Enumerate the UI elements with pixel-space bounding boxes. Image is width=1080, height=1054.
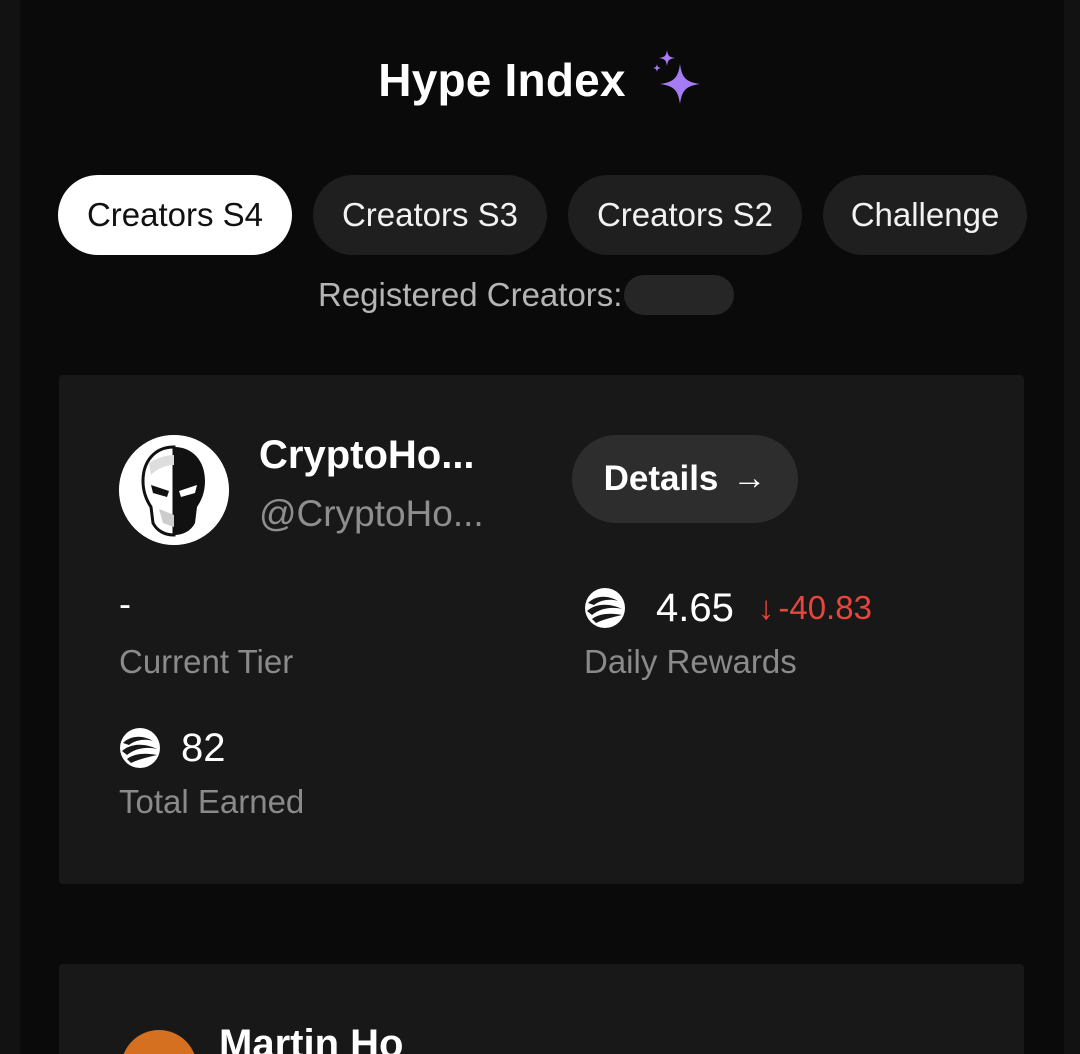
- daily-rewards-label: Daily Rewards: [584, 643, 797, 680]
- tab-creators-s3[interactable]: Creators S3: [313, 175, 547, 255]
- tab-challenge[interactable]: Challenge: [823, 175, 1027, 255]
- tab-creators-s4[interactable]: Creators S4: [58, 175, 292, 255]
- screen: Hype Index Creators S4 Creators S3 Creat…: [0, 0, 1080, 1054]
- page-title: Hype Index: [378, 54, 626, 106]
- creator-card[interactable]: Martin Ho: [59, 964, 1024, 1054]
- page-header: Hype Index: [0, 40, 1080, 120]
- total-earned-label: Total Earned: [119, 783, 305, 820]
- details-button[interactable]: Details →: [572, 435, 798, 523]
- creator-name: Martin Ho: [219, 1022, 404, 1054]
- current-tier-value: -: [119, 583, 131, 624]
- arrow-down-icon: ↓: [757, 589, 775, 626]
- avatar[interactable]: [121, 1030, 197, 1054]
- creator-card[interactable]: CryptoHo... @CryptoHo... Details → - Cur…: [59, 375, 1024, 884]
- sparkle-icon: [652, 50, 700, 104]
- token-icon: [120, 728, 160, 768]
- avatar[interactable]: [119, 435, 229, 545]
- registered-creators-label: Registered Creators:: [318, 276, 623, 313]
- tab-creators-s2[interactable]: Creators S2: [568, 175, 802, 255]
- total-earned-value: 82: [181, 725, 226, 770]
- current-tier-label: Current Tier: [119, 643, 294, 680]
- details-button-label: Details: [603, 459, 719, 498]
- registered-creators: Registered Creators:: [318, 272, 735, 318]
- daily-rewards-change-value: -40.83: [778, 589, 872, 626]
- season-tabs: Creators S4 Creators S3 Creators S2 Chal…: [58, 175, 1027, 255]
- masked-face-icon: [119, 435, 229, 545]
- token-icon: [585, 588, 625, 628]
- creator-handle: @CryptoHo...: [259, 493, 484, 534]
- daily-rewards-change: ↓ -40.83: [758, 589, 872, 627]
- arrow-right-icon: →: [732, 458, 767, 497]
- daily-rewards-value: 4.65: [656, 585, 734, 630]
- registered-creators-count-redacted: [624, 275, 735, 315]
- creator-name: CryptoHo...: [259, 433, 475, 477]
- daily-rewards-row: 4.65 ↓ -40.83: [584, 585, 872, 631]
- total-earned-row: 82: [119, 725, 226, 771]
